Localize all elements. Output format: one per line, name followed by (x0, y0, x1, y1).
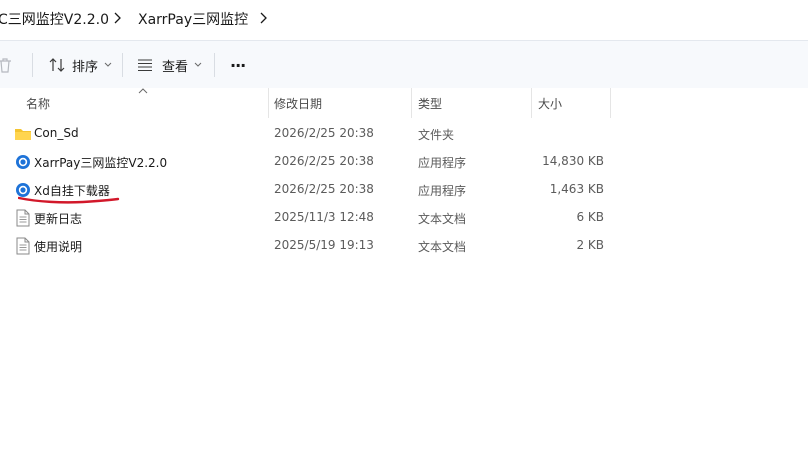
column-divider[interactable] (411, 88, 412, 118)
column-date[interactable]: 修改日期 (274, 95, 322, 112)
breadcrumb-item-parent[interactable]: C三网监控V2.2.0 (0, 9, 109, 29)
toolbar-divider (214, 53, 215, 77)
file-row[interactable]: 使用说明 2025/5/19 19:13 文本文档 2 KB (0, 232, 808, 260)
breadcrumb: C三网监控V2.2.0 XarrPay三网监控 (0, 0, 808, 41)
file-date: 2026/2/25 20:38 (274, 154, 374, 168)
sort-ascending-icon (138, 88, 148, 94)
chevron-down-icon (104, 62, 112, 67)
column-size[interactable]: 大小 (538, 95, 562, 112)
file-date: 2025/5/19 19:13 (274, 238, 374, 252)
file-date: 2025/11/3 12:48 (274, 210, 374, 224)
view-button[interactable]: 查看 (136, 53, 202, 77)
sort-icon (49, 58, 65, 72)
view-label: 查看 (162, 59, 189, 75)
file-size: 1,463 KB (549, 182, 604, 196)
chevron-right-icon (114, 12, 121, 24)
folder-icon (15, 129, 31, 140)
file-name: XarrPay三网监控V2.2.0 (34, 156, 168, 170)
sort-button[interactable]: 排序 (48, 53, 112, 77)
more-icon: ··· (230, 55, 246, 75)
file-size: 6 KB (576, 210, 604, 224)
text-file-icon (16, 237, 30, 255)
file-row[interactable]: XarrPay三网监控V2.2.0 2026/2/25 20:38 应用程序 1… (0, 148, 808, 176)
file-row[interactable]: Con_Sd 2026/2/25 20:38 文件夹 (0, 120, 808, 148)
file-type: 文件夹 (418, 128, 455, 142)
view-list-icon (138, 59, 152, 72)
column-header: 名称 修改日期 类型 大小 (0, 88, 808, 118)
file-date: 2026/2/25 20:38 (274, 182, 374, 196)
column-name[interactable]: 名称 (26, 95, 50, 112)
column-divider[interactable] (610, 88, 611, 118)
file-name: 更新日志 (34, 212, 83, 226)
file-name: 使用说明 (34, 240, 83, 254)
file-date: 2026/2/25 20:38 (274, 126, 374, 140)
text-file-icon (16, 209, 30, 227)
annotation-underline (18, 196, 120, 204)
sort-label: 排序 (72, 59, 99, 75)
more-options-button[interactable]: ··· (230, 53, 246, 77)
breadcrumb-item-current[interactable]: XarrPay三网监控 (138, 9, 248, 29)
column-type[interactable]: 类型 (418, 95, 442, 112)
toolbar-divider (32, 53, 33, 77)
column-divider[interactable] (531, 88, 532, 118)
file-type: 文本文档 (418, 212, 467, 226)
column-divider[interactable] (268, 88, 269, 118)
chevron-right-icon[interactable] (258, 10, 268, 26)
file-type: 应用程序 (418, 184, 467, 198)
file-type: 文本文档 (418, 240, 467, 254)
delete-button[interactable] (0, 53, 14, 77)
file-name: Con_Sd (34, 126, 79, 140)
toolbar-divider (122, 53, 123, 77)
chevron-down-icon (194, 62, 202, 67)
file-size: 14,830 KB (542, 154, 604, 168)
file-size: 2 KB (576, 238, 604, 252)
trash-icon (0, 58, 11, 73)
file-type: 应用程序 (418, 156, 467, 170)
command-bar: 排序 查看 ··· (0, 41, 808, 89)
file-row[interactable]: 更新日志 2025/11/3 12:48 文本文档 6 KB (0, 204, 808, 232)
app-icon (16, 155, 30, 169)
